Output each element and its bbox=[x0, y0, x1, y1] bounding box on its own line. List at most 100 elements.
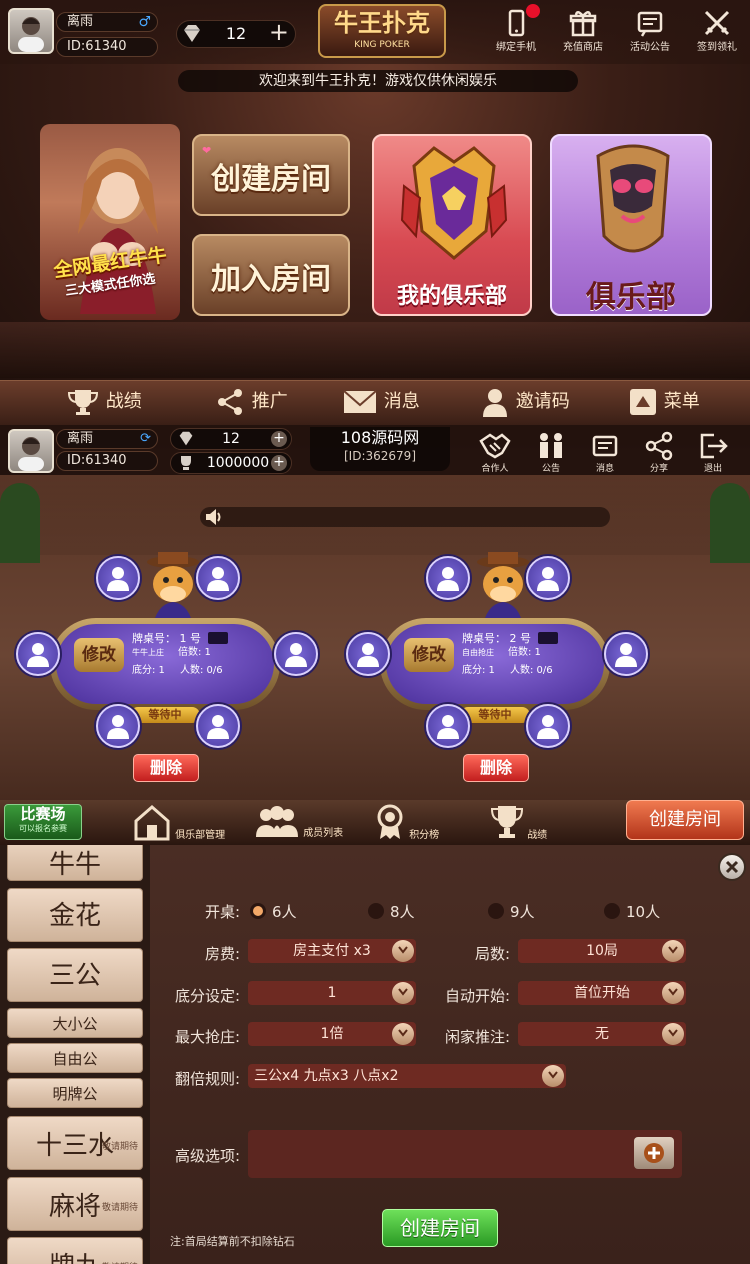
recharge-shop-button[interactable]: 充值商店 bbox=[557, 6, 609, 58]
exit-button[interactable]: 退出 bbox=[688, 429, 738, 475]
exit-label: 退出 bbox=[703, 464, 722, 474]
nav-menu-button[interactable]: 菜单 bbox=[628, 384, 700, 420]
seat[interactable] bbox=[526, 556, 570, 600]
fee-select[interactable]: 房主支付 x3 bbox=[248, 939, 416, 963]
nav-record-button[interactable]: 战绩 bbox=[66, 384, 142, 420]
leaderboard-button[interactable]: 积分榜 bbox=[374, 803, 439, 843]
game-tab-mingpaigong[interactable]: 明牌公 bbox=[7, 1078, 143, 1108]
avatar-image bbox=[18, 17, 44, 52]
cup-icon bbox=[177, 455, 195, 471]
close-dialog-button[interactable] bbox=[718, 853, 746, 881]
club-id: [ID:362679] bbox=[344, 449, 416, 463]
seat[interactable] bbox=[274, 632, 318, 676]
seat-option-9[interactable]: 9人 bbox=[488, 901, 588, 921]
game-tab-daxiaogong[interactable]: 大小公 bbox=[7, 1008, 143, 1038]
recharge-shop-label: 充值商店 bbox=[563, 42, 603, 53]
table-status: 等待中 bbox=[460, 707, 530, 723]
game-tab-niuniu[interactable]: 牛牛 bbox=[7, 845, 143, 881]
radio-button bbox=[250, 903, 266, 919]
club-share-button[interactable]: 分享 bbox=[634, 429, 684, 475]
table-felt-inner: 修改 牌桌号： 2 号 自由抢庄 倍数: 1 底分: 1 人数: 0/6 bbox=[386, 624, 604, 704]
diamond-note: 注:首局结算前不扣除钻石 bbox=[170, 1235, 295, 1248]
club-record-button[interactable]: 战绩 bbox=[490, 803, 547, 843]
edit-table-button[interactable]: 修改 bbox=[404, 638, 454, 672]
seat[interactable] bbox=[604, 632, 648, 676]
add-option-button[interactable] bbox=[634, 1137, 674, 1169]
player-push-label: 闲家推注: bbox=[444, 1028, 510, 1046]
club-manage-button[interactable]: 俱乐部管理 bbox=[132, 803, 225, 843]
gift-icon bbox=[569, 11, 597, 37]
nav-promote-button[interactable]: 推广 bbox=[214, 384, 288, 420]
my-club-card[interactable]: 我的俱乐部 bbox=[372, 134, 532, 316]
seat-option-10[interactable]: 10人 bbox=[604, 901, 704, 921]
seat[interactable] bbox=[196, 704, 240, 748]
game-tab-paijiu[interactable]: 敬请期待 牌九 bbox=[7, 1237, 143, 1264]
seat[interactable] bbox=[346, 632, 390, 676]
table-number: 牌桌号： 2 号 bbox=[462, 632, 531, 645]
seat-option-label: 9人 bbox=[510, 903, 535, 921]
table-multiplier: 倍数: 1 bbox=[178, 647, 211, 658]
notice-button[interactable]: 公告 bbox=[526, 429, 576, 475]
members-icon bbox=[256, 806, 298, 837]
seat[interactable] bbox=[426, 556, 470, 600]
seat[interactable] bbox=[96, 556, 140, 600]
nav-invite-button[interactable]: 邀请码 bbox=[480, 384, 570, 420]
game-tab-ziyougong[interactable]: 自由公 bbox=[7, 1043, 143, 1073]
nav-message-button[interactable]: 消息 bbox=[342, 384, 420, 420]
member-list-button[interactable]: 成员列表 bbox=[254, 803, 343, 843]
trophy-icon bbox=[66, 387, 100, 417]
plus-icon bbox=[644, 1143, 664, 1163]
game-tab-shisanshui[interactable]: 敬请期待 十三水 bbox=[7, 1116, 143, 1170]
join-room-card[interactable]: 加入房间 bbox=[192, 234, 350, 316]
club-message-button[interactable]: 消息 bbox=[580, 429, 630, 475]
game-tab-label: 牛牛 bbox=[48, 850, 101, 880]
edit-table-button[interactable]: 修改 bbox=[74, 638, 124, 672]
autostart-select[interactable]: 首位开始 bbox=[518, 981, 686, 1005]
game-table-2[interactable]: 修改 牌桌号： 2 号 自由抢庄 倍数: 1 底分: 1 人数: 0/6 等待中 bbox=[346, 550, 650, 750]
seat[interactable] bbox=[96, 704, 140, 748]
announcement-button[interactable]: 活动公告 bbox=[624, 6, 676, 58]
club-create-room-button[interactable]: 创建房间 bbox=[626, 800, 744, 840]
partner-button[interactable]: 合作人 bbox=[470, 429, 520, 475]
table-base: 底分: 1 bbox=[462, 665, 495, 676]
game-tab-sangong[interactable]: 三公 bbox=[7, 948, 143, 1002]
add-gems-icon[interactable]: + bbox=[271, 431, 287, 447]
create-room-submit-button[interactable]: 创建房间 bbox=[382, 1209, 498, 1247]
gem-count: 12 bbox=[225, 24, 247, 43]
seat-option-6[interactable]: 6人 bbox=[250, 901, 370, 921]
base-score-select[interactable]: 1 bbox=[248, 981, 416, 1005]
seat-option-8[interactable]: 8人 bbox=[368, 901, 468, 921]
match-button[interactable]: 比赛场 可以报名参赛 bbox=[4, 804, 82, 840]
avatar[interactable] bbox=[8, 8, 54, 54]
advanced-options-box[interactable] bbox=[248, 1130, 682, 1178]
table-players: 人数: 0/6 bbox=[180, 665, 223, 676]
bind-phone-button[interactable]: 绑定手机 bbox=[490, 4, 542, 58]
diamond-icon bbox=[177, 431, 195, 447]
club-user-id: ID:61340 bbox=[56, 451, 158, 471]
double-rule-select[interactable]: 三公x4 九点x3 八点x2 bbox=[248, 1064, 566, 1088]
nav-invite-label: 邀请码 bbox=[515, 391, 570, 412]
game-tab-label: 麻将 bbox=[48, 1192, 101, 1222]
seat[interactable] bbox=[426, 704, 470, 748]
seat[interactable] bbox=[196, 556, 240, 600]
promo-banner[interactable]: 全网最红牛牛 三大模式任你选 bbox=[40, 124, 180, 320]
notice-label: 公告 bbox=[541, 464, 560, 474]
seat[interactable] bbox=[16, 632, 60, 676]
player-push-select[interactable]: 无 bbox=[518, 1022, 686, 1046]
delete-table-button[interactable]: 删除 bbox=[463, 754, 529, 782]
game-tab-majiang[interactable]: 敬请期待 麻将 bbox=[7, 1177, 143, 1231]
seat[interactable] bbox=[526, 704, 570, 748]
add-gold-icon[interactable]: + bbox=[271, 455, 287, 471]
lobby-screen: 离雨 ♂ ID:61340 12 + 牛王扑克 KING POKER 绑定手机 … bbox=[0, 0, 750, 425]
avatar-image bbox=[18, 437, 44, 471]
game-tab-jinhua[interactable]: 金花 bbox=[7, 888, 143, 942]
max-bid-select[interactable]: 1倍 bbox=[248, 1022, 416, 1046]
add-gems-icon[interactable]: + bbox=[269, 19, 289, 45]
club-avatar[interactable] bbox=[8, 429, 54, 473]
checkin-button[interactable]: 签到领礼 bbox=[691, 6, 743, 58]
rounds-select[interactable]: 10局 bbox=[518, 939, 686, 963]
create-room-card[interactable]: ❤ 创建房间 bbox=[192, 134, 350, 216]
game-table-1[interactable]: 修改 牌桌号： 1 号 牛牛上庄 倍数: 1 底分: 1 人数: 0/6 等待中 bbox=[16, 550, 320, 750]
delete-table-button[interactable]: 删除 bbox=[133, 754, 199, 782]
club-card[interactable]: 俱乐部 bbox=[550, 134, 712, 316]
